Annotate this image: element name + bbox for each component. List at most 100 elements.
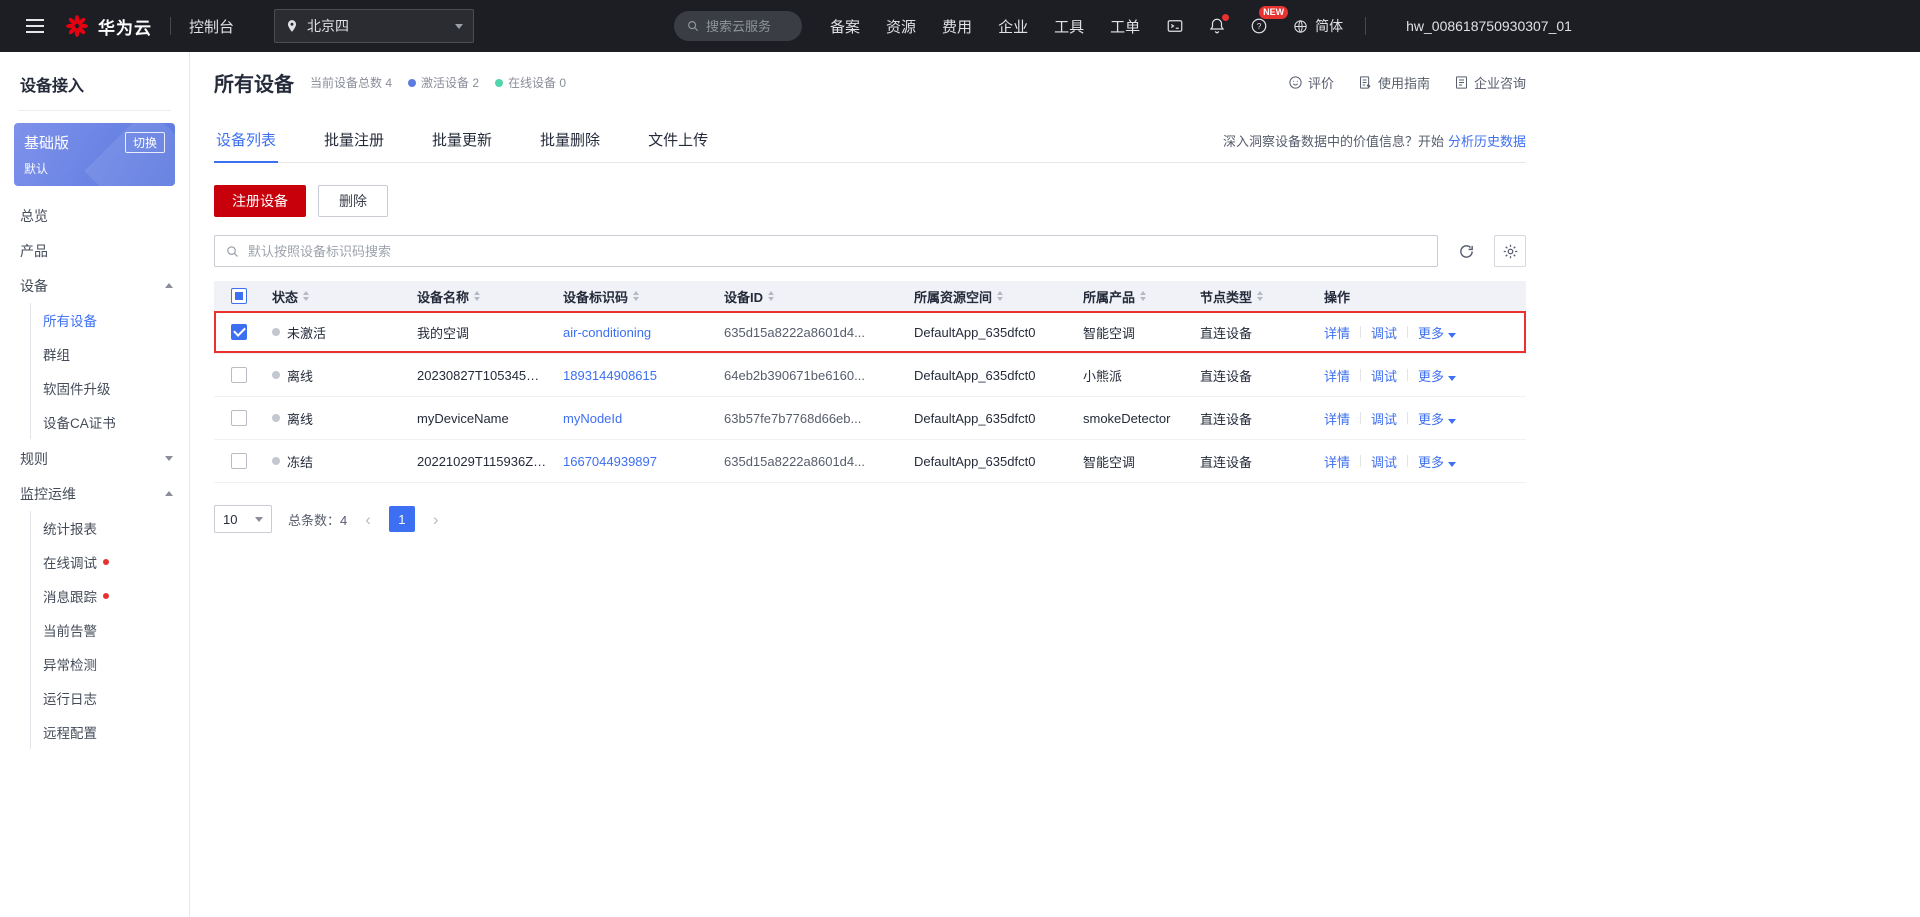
row-checkbox[interactable] bbox=[231, 410, 247, 426]
sidebar-item-message-trace[interactable]: 消息跟踪 bbox=[31, 579, 189, 613]
detail-link[interactable]: 详情 bbox=[1324, 366, 1350, 385]
row-checkbox[interactable] bbox=[231, 367, 247, 383]
sidebar-item-groups[interactable]: 群组 bbox=[31, 337, 189, 371]
device-code-link[interactable]: myNodeId bbox=[563, 411, 622, 426]
sidebar-group-monitor[interactable]: 监控运维 bbox=[0, 476, 189, 511]
tab-batch-delete[interactable]: 批量删除 bbox=[538, 121, 602, 162]
more-link[interactable]: 更多 bbox=[1418, 323, 1456, 342]
sort-icon[interactable] bbox=[768, 291, 774, 301]
table-row[interactable]: 未激活 我的空调 air-conditioning 635d15a8222a86… bbox=[214, 311, 1526, 354]
refresh-button[interactable] bbox=[1450, 235, 1482, 267]
sidebar-item-statistics[interactable]: 统计报表 bbox=[31, 511, 189, 545]
sort-icon[interactable] bbox=[474, 291, 480, 301]
sort-icon[interactable] bbox=[633, 291, 639, 301]
tab-device-list[interactable]: 设备列表 bbox=[214, 121, 278, 162]
table-header-row: 状态 设备名称 设备标识码 设备ID 所属资源空间 所属产品 节点类型 操作 bbox=[214, 281, 1526, 311]
sidebar-item-all-devices[interactable]: 所有设备 bbox=[31, 303, 189, 337]
sidebar-item-anomaly-detection[interactable]: 异常检测 bbox=[31, 647, 189, 681]
debug-link[interactable]: 调试 bbox=[1371, 452, 1397, 471]
sort-icon[interactable] bbox=[1140, 291, 1146, 301]
device-search-input[interactable] bbox=[248, 244, 1427, 259]
sort-icon[interactable] bbox=[997, 291, 1003, 301]
device-search-box[interactable] bbox=[214, 235, 1438, 267]
sidebar-group-rules[interactable]: 规则 bbox=[0, 441, 189, 476]
sidebar-item-online-debug[interactable]: 在线调试 bbox=[31, 545, 189, 579]
device-code-link[interactable]: 1667044939897 bbox=[563, 454, 657, 469]
terminal-icon[interactable] bbox=[1166, 17, 1184, 35]
location-pin-icon bbox=[285, 19, 299, 33]
debug-link[interactable]: 调试 bbox=[1371, 323, 1397, 342]
sidebar-group-devices[interactable]: 设备 bbox=[0, 268, 189, 303]
device-code-link[interactable]: 1893144908615 bbox=[563, 368, 657, 383]
hamburger-menu-icon[interactable] bbox=[22, 15, 48, 37]
sort-icon[interactable] bbox=[1257, 291, 1263, 301]
select-all-checkbox[interactable] bbox=[231, 288, 247, 304]
unread-dot bbox=[103, 559, 109, 565]
unread-dot bbox=[103, 593, 109, 599]
nav-tools[interactable]: 工具 bbox=[1054, 16, 1084, 37]
page-size-select[interactable]: 10 bbox=[214, 505, 272, 533]
nav-resources[interactable]: 资源 bbox=[886, 16, 916, 37]
current-page-button[interactable]: 1 bbox=[389, 506, 415, 532]
feedback-link[interactable]: 评价 bbox=[1288, 73, 1334, 92]
help-icon[interactable]: ? NEW bbox=[1250, 17, 1268, 35]
edition-switch-button[interactable]: 切换 bbox=[125, 132, 165, 153]
debug-link[interactable]: 调试 bbox=[1371, 366, 1397, 385]
sidebar-item-run-logs[interactable]: 运行日志 bbox=[31, 681, 189, 715]
chevron-down-icon bbox=[255, 517, 263, 522]
sidebar-item-current-alarms[interactable]: 当前告警 bbox=[31, 613, 189, 647]
sidebar-item-products[interactable]: 产品 bbox=[0, 233, 189, 268]
edition-card[interactable]: 基础版 切换 默认 bbox=[14, 123, 175, 186]
guide-link[interactable]: 使用指南 bbox=[1358, 73, 1430, 92]
device-code-link[interactable]: air-conditioning bbox=[563, 325, 651, 340]
page-title: 所有设备 bbox=[214, 68, 294, 97]
more-link[interactable]: 更多 bbox=[1418, 452, 1456, 471]
more-link[interactable]: 更多 bbox=[1418, 366, 1456, 385]
node-type: 直连设备 bbox=[1192, 409, 1316, 428]
nav-billing[interactable]: 费用 bbox=[942, 16, 972, 37]
account-name[interactable]: hw_008618750930307_01 bbox=[1406, 18, 1572, 34]
table-row[interactable]: 冻结 20221029T115936ZDevic... 166704493989… bbox=[214, 440, 1526, 483]
search-icon bbox=[686, 19, 700, 33]
more-link[interactable]: 更多 bbox=[1418, 409, 1456, 428]
topbar-nav: 备案 资源 费用 企业 工具 工单 bbox=[830, 16, 1140, 37]
tab-batch-register[interactable]: 批量注册 bbox=[322, 121, 386, 162]
notification-dot bbox=[1222, 14, 1229, 21]
table-row[interactable]: 离线 myDeviceName myNodeId 63b57fe7b7768d6… bbox=[214, 397, 1526, 440]
analyze-history-link[interactable]: 分析历史数据 bbox=[1448, 134, 1526, 149]
topbar-search-input[interactable] bbox=[706, 19, 790, 34]
status-dot bbox=[272, 457, 280, 465]
sort-icon[interactable] bbox=[303, 291, 309, 301]
topbar-search[interactable] bbox=[674, 11, 802, 41]
detail-link[interactable]: 详情 bbox=[1324, 452, 1350, 471]
detail-link[interactable]: 详情 bbox=[1324, 409, 1350, 428]
sidebar-item-firmware-upgrade[interactable]: 软固件升级 bbox=[31, 371, 189, 405]
node-type: 直连设备 bbox=[1192, 366, 1316, 385]
row-checkbox[interactable] bbox=[231, 453, 247, 469]
tab-batch-update[interactable]: 批量更新 bbox=[430, 121, 494, 162]
sidebar-item-device-ca-cert[interactable]: 设备CA证书 bbox=[31, 405, 189, 439]
tab-file-upload[interactable]: 文件上传 bbox=[646, 121, 710, 162]
table-row[interactable]: 离线 20230827T105345ZDevic... 189314490861… bbox=[214, 354, 1526, 397]
table-settings-button[interactable] bbox=[1494, 235, 1526, 267]
huawei-logo[interactable]: 华为云 bbox=[64, 13, 152, 39]
consult-link[interactable]: 企业咨询 bbox=[1454, 73, 1526, 92]
console-link[interactable]: 控制台 bbox=[189, 16, 234, 37]
language-switcher[interactable]: 简体 bbox=[1292, 16, 1343, 36]
detail-link[interactable]: 详情 bbox=[1324, 323, 1350, 342]
nav-icp[interactable]: 备案 bbox=[830, 16, 860, 37]
sidebar-item-overview[interactable]: 总览 bbox=[0, 198, 189, 233]
bell-icon[interactable] bbox=[1208, 17, 1226, 35]
prev-page-button[interactable]: ‹ bbox=[363, 511, 373, 528]
register-device-button[interactable]: 注册设备 bbox=[214, 185, 306, 217]
sidebar-item-remote-config[interactable]: 远程配置 bbox=[31, 715, 189, 749]
row-checkbox[interactable] bbox=[231, 324, 247, 340]
next-page-button[interactable]: › bbox=[431, 511, 441, 528]
debug-link[interactable]: 调试 bbox=[1371, 409, 1397, 428]
region-selector[interactable]: 北京四 bbox=[274, 9, 474, 43]
divider bbox=[1365, 17, 1366, 35]
nav-tickets[interactable]: 工单 bbox=[1110, 16, 1140, 37]
delete-button[interactable]: 删除 bbox=[318, 185, 388, 217]
caret-down-icon bbox=[165, 456, 173, 461]
nav-enterprise[interactable]: 企业 bbox=[998, 16, 1028, 37]
